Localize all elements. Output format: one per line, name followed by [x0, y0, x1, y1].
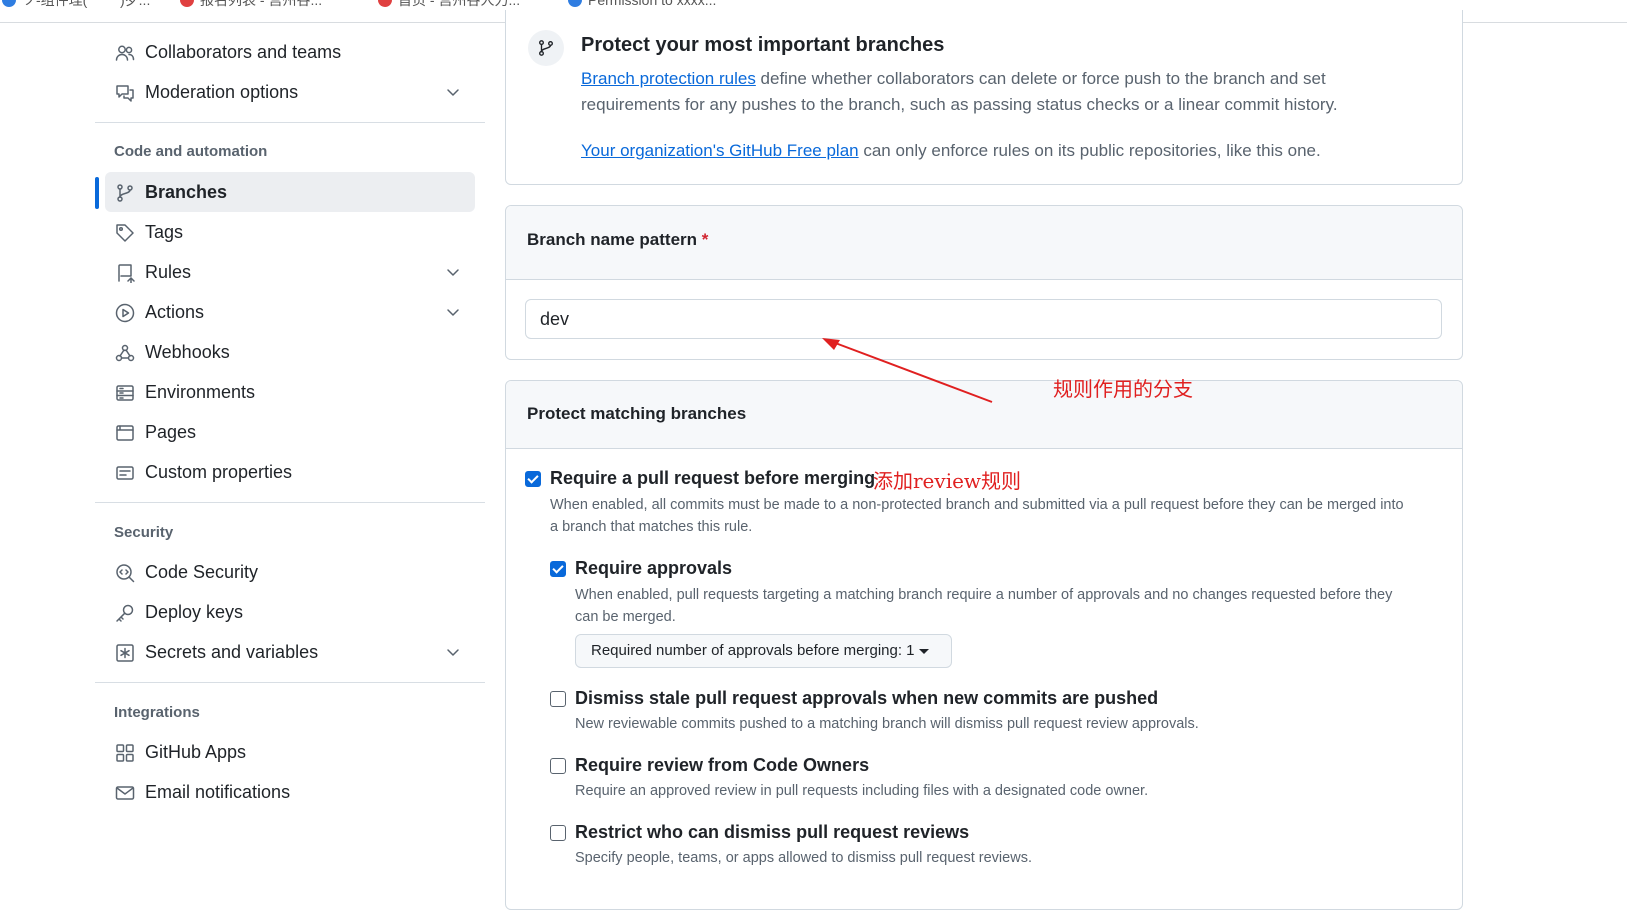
chevron-down-icon[interactable] [445, 264, 461, 280]
require-code-owners-checkbox[interactable] [550, 758, 566, 774]
protect-matching-branches-header: Protect matching branches [506, 381, 1462, 449]
sidebar-item-collaborators[interactable]: Collaborators and teams [105, 32, 475, 72]
branch-name-pattern-header: Branch name pattern * [506, 206, 1462, 280]
repo-push-icon [118, 264, 135, 283]
protect-matching-branches-title: Protect matching branches [527, 404, 747, 423]
sidebar-item-tags[interactable]: Tags [105, 212, 475, 252]
restrict-dismiss-reviews-desc: Specify people, teams, or apps allowed t… [575, 850, 1032, 866]
bookmark-icon [378, 0, 392, 7]
chevron-down-icon[interactable] [445, 644, 461, 660]
sidebar-divider [95, 122, 485, 123]
require-code-owners-title: Require review from Code Owners [575, 755, 870, 775]
required-mark: * [701, 230, 709, 249]
sidebar-item-webhooks[interactable]: Webhooks [105, 332, 475, 372]
browser-icon [116, 425, 134, 441]
require-approvals-checkbox[interactable] [550, 561, 566, 577]
section-heading-code-automation: Code and automation [114, 143, 268, 160]
sidebar-item-custom-properties[interactable]: Custom properties [105, 452, 475, 492]
bookmark-1[interactable]: ソ-组件理( [2, 0, 87, 9]
sidebar-item-environments[interactable]: Environments [105, 372, 475, 412]
sidebar-item-pages[interactable]: Pages [105, 412, 475, 452]
git-branch-icon [117, 184, 133, 202]
section-heading-integrations: Integrations [114, 704, 200, 721]
dismiss-stale-approvals-desc: New reviewable commits pushed to a match… [575, 716, 1199, 732]
info-description-line2: requirements for any pushes to the branc… [581, 95, 1338, 114]
caret-down-icon [918, 648, 929, 654]
note-icon [116, 466, 134, 480]
info-plan-note: Your organization's GitHub Free plan can… [581, 141, 1321, 160]
sidebar-item-branches[interactable]: Branches [105, 172, 475, 212]
sidebar-divider [95, 502, 485, 503]
info-title: Protect your most important branches [581, 34, 945, 56]
branch-protection-rules-link[interactable]: Branch protection rules [581, 69, 756, 88]
mail-icon [115, 786, 135, 800]
chevron-down-icon[interactable] [445, 304, 461, 320]
sidebar-item-code-security[interactable]: Code Security [105, 552, 475, 592]
codescan-icon [116, 564, 135, 583]
sidebar-item-rules[interactable]: Rules [105, 252, 475, 292]
sidebar-item-secrets[interactable]: Secrets and variables [105, 632, 475, 672]
bookmark-icon [568, 0, 582, 7]
require-pull-request-desc-line2: a branch that matches this rule. [550, 519, 753, 535]
require-approvals-desc-line1: When enabled, pull requests targeting a … [575, 587, 1393, 603]
sidebar-item-email-notifications[interactable]: Email notifications [105, 772, 475, 812]
apps-icon [116, 744, 134, 762]
git-branch-icon-circle [528, 30, 564, 66]
bookmark-icon [180, 0, 194, 7]
people-icon [115, 45, 135, 61]
sidebar-item-moderation[interactable]: Moderation options [105, 72, 475, 112]
bookmark-4[interactable]: 首页 - 宫州谷人力... [378, 0, 520, 9]
bookmark-3[interactable]: 报名列表 - 宫州谷... [180, 0, 322, 9]
server-icon [116, 385, 134, 401]
tag-icon [116, 224, 134, 242]
sidebar-item-deploy-keys[interactable]: Deploy keys [105, 592, 475, 632]
chevron-down-icon[interactable] [445, 84, 461, 100]
sidebar-divider [95, 682, 485, 683]
annotation-review-note: 添加review规则 [873, 469, 1022, 493]
sidebar-item-github-apps[interactable]: GitHub Apps [105, 732, 475, 772]
section-heading-security: Security [114, 524, 174, 541]
webhook-icon [115, 344, 135, 362]
restrict-dismiss-reviews-checkbox[interactable] [550, 825, 566, 841]
require-approvals-title: Require approvals [575, 558, 733, 578]
annotation-branch-note: 规则作用的分支 [1053, 377, 1193, 401]
branch-name-pattern-input[interactable]: dev [525, 299, 1442, 339]
require-pull-request-checkbox[interactable] [525, 471, 541, 487]
require-pull-request-title: Require a pull request before merging [550, 468, 876, 488]
require-code-owners-desc: Require an approved review in pull reque… [575, 783, 1149, 799]
play-icon [115, 303, 135, 323]
bookmark-icon [2, 0, 16, 7]
info-description-line1: Branch protection rules define whether c… [581, 69, 1326, 88]
active-indicator [95, 177, 99, 209]
branch-name-pattern-label: Branch name pattern * [527, 230, 709, 249]
git-branch-icon [539, 40, 553, 56]
require-approvals-desc-line2: can be merged. [575, 609, 676, 625]
github-free-plan-link[interactable]: Your organization's GitHub Free plan [581, 141, 859, 160]
key-asterisk-icon [116, 644, 134, 662]
key-icon [116, 604, 134, 622]
bookmark-2[interactable]: )歹... [120, 0, 150, 9]
bookmark-5[interactable]: Permission to xxxx... [568, 0, 716, 9]
required-approvals-select[interactable]: Required number of approvals before merg… [575, 634, 952, 668]
comment-discussion-icon [116, 85, 134, 102]
dismiss-stale-approvals-checkbox[interactable] [550, 691, 566, 707]
sidebar-item-actions[interactable]: Actions [105, 292, 475, 332]
require-pull-request-desc-line1: When enabled, all commits must be made t… [550, 497, 1404, 513]
restrict-dismiss-reviews-title: Restrict who can dismiss pull request re… [575, 822, 970, 842]
dismiss-stale-approvals-title: Dismiss stale pull request approvals whe… [575, 688, 1159, 708]
